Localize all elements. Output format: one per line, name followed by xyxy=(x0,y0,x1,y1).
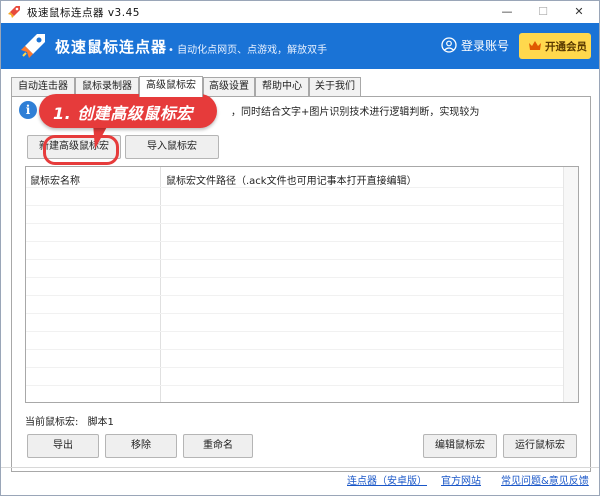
remove-button[interactable]: 移除 xyxy=(105,434,177,458)
tab-help-center[interactable]: 帮助中心 xyxy=(255,77,309,96)
annotation-callout: 1. 创建高级鼠标宏 xyxy=(39,94,217,128)
edit-macro-button[interactable]: 编辑鼠标宏 xyxy=(423,434,497,458)
current-macro: 当前鼠标宏: 脚本1 xyxy=(25,413,114,428)
official-site-link[interactable]: 官方网站 xyxy=(441,472,481,487)
table-row xyxy=(26,349,564,350)
window-title: 极速鼠标连点器 v3.45 xyxy=(27,7,140,19)
table-row xyxy=(26,331,564,332)
info-text: ，同时结合文字+图片识别技术进行逻辑判断，实现较为 xyxy=(231,107,480,118)
tab-advanced-settings[interactable]: 高级设置 xyxy=(203,77,255,96)
table-row xyxy=(26,259,564,260)
minimize-button[interactable]: — xyxy=(489,1,525,23)
import-macro-button[interactable]: 导入鼠标宏 xyxy=(125,135,219,159)
crown-icon xyxy=(529,41,541,50)
table-row xyxy=(26,313,564,314)
vip-label: 开通会员 xyxy=(545,41,587,53)
info-icon: i xyxy=(19,101,37,119)
app-header: 极速鼠标连点器 • 自动化点网页、点游戏，解放双手 登录账号 开通会员 xyxy=(1,23,599,69)
app-window: 极速鼠标连点器 v3.45 — ☐ ✕ 极速鼠标连点器 • 自动化点网页、点游戏… xyxy=(0,0,600,496)
annotation-text: 1. 创建高级鼠标宏 xyxy=(53,104,193,123)
brand-name: 极速鼠标连点器 xyxy=(55,38,168,56)
vertical-scrollbar[interactable] xyxy=(563,167,578,402)
column-header-path[interactable]: 鼠标宏文件路径（.ack文件也可用记事本打开直接编辑） xyxy=(166,172,417,187)
rocket-logo-icon xyxy=(21,34,45,58)
user-icon xyxy=(441,37,457,53)
table-row xyxy=(26,187,564,188)
rename-button[interactable]: 重命名 xyxy=(183,434,253,458)
table-row xyxy=(26,277,564,278)
login-label: 登录账号 xyxy=(461,39,510,53)
macro-table[interactable]: 鼠标宏名称 鼠标宏文件路径（.ack文件也可用记事本打开直接编辑） xyxy=(25,166,579,403)
maximize-button[interactable]: ☐ xyxy=(525,1,561,23)
table-row xyxy=(26,367,564,368)
table-row xyxy=(26,223,564,224)
run-macro-button[interactable]: 运行鼠标宏 xyxy=(503,434,577,458)
table-row xyxy=(26,295,564,296)
tab-advanced-macro[interactable]: 高级鼠标宏 xyxy=(139,76,203,97)
footer-divider xyxy=(1,467,599,468)
column-header-name[interactable]: 鼠标宏名称 xyxy=(30,172,80,187)
current-macro-label: 当前鼠标宏: xyxy=(25,417,79,428)
android-version-link[interactable]: 连点器（安卓版） xyxy=(347,472,427,487)
brand-tagline: • 自动化点网页、点游戏，解放双手 xyxy=(168,45,328,56)
faq-feedback-link[interactable]: 常见问题&意见反馈 xyxy=(501,472,589,487)
table-row xyxy=(26,385,564,386)
rocket-app-icon xyxy=(8,6,20,18)
export-button[interactable]: 导出 xyxy=(27,434,99,458)
table-row xyxy=(26,205,564,206)
close-button[interactable]: ✕ xyxy=(561,1,597,23)
current-macro-value: 脚本1 xyxy=(87,417,114,428)
table-row xyxy=(26,241,564,242)
vip-button[interactable]: 开通会员 xyxy=(519,33,591,59)
title-bar: 极速鼠标连点器 v3.45 — ☐ ✕ xyxy=(1,1,599,23)
tab-about-us[interactable]: 关于我们 xyxy=(309,77,361,96)
